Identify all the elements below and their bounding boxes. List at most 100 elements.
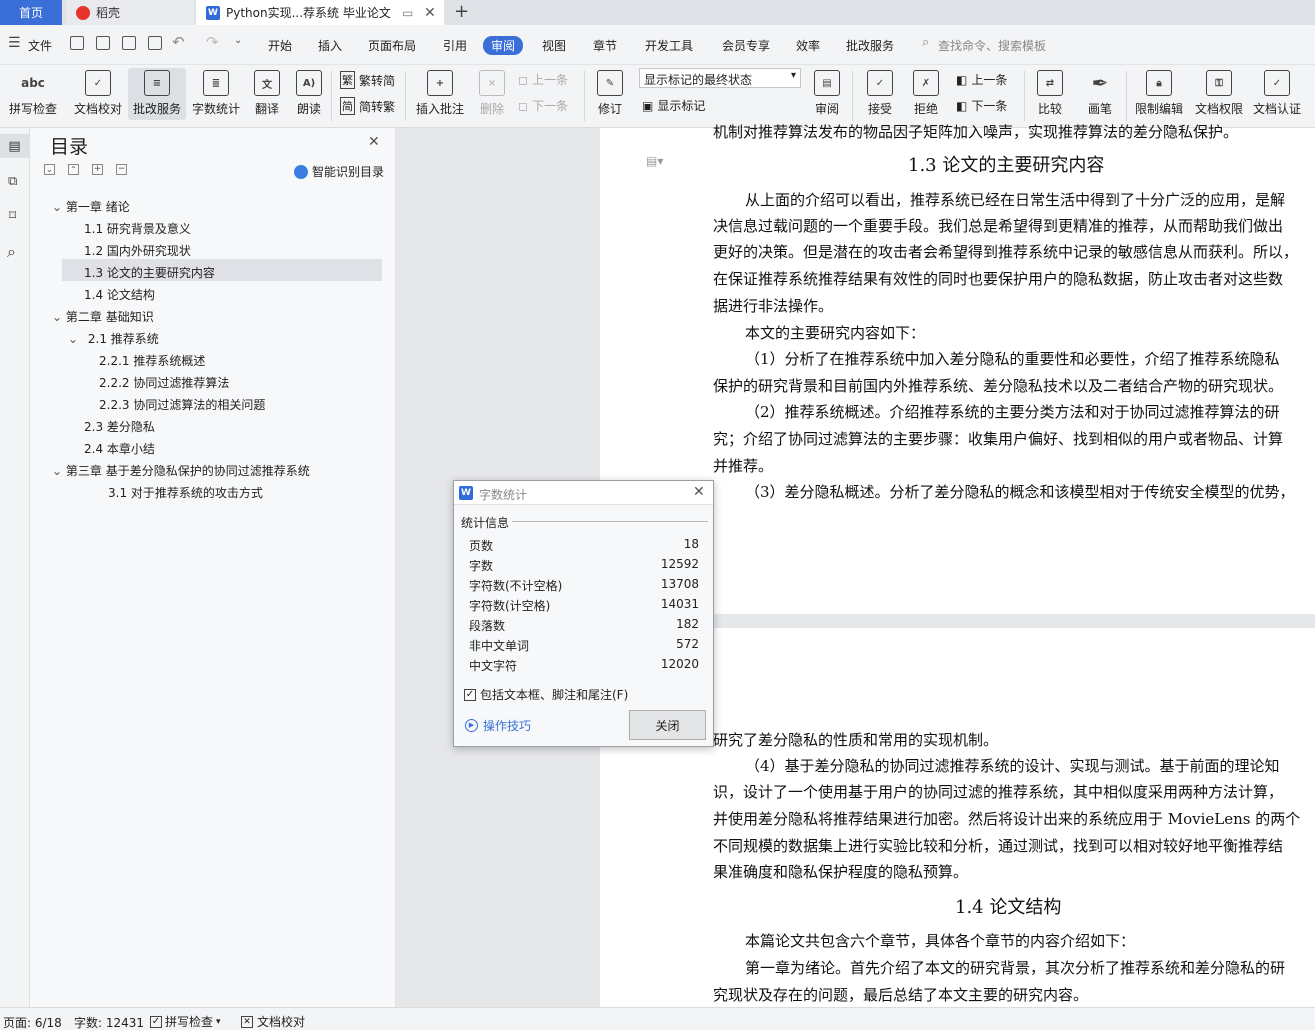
toc-item[interactable]: ⌄ 第一章 绪论 — [52, 198, 130, 215]
close-button-label: 关闭 — [655, 718, 680, 733]
toc-item[interactable]: 1.4 论文结构 — [84, 286, 155, 303]
menu-file[interactable]: 文件 — [28, 37, 52, 54]
toc-item[interactable]: 2.3 差分隐私 — [84, 418, 155, 435]
find-icon[interactable]: ⌕ — [7, 242, 16, 262]
bookmark-icon[interactable]: ⌑ — [9, 208, 16, 224]
pen-button[interactable]: ✒ 画笔 — [1080, 68, 1120, 120]
close-icon[interactable]: ✕ — [368, 134, 380, 150]
preview-icon[interactable] — [148, 36, 162, 50]
tab-document[interactable]: W Python实现...荐系统 毕业论文 ▭ ✕ — [196, 0, 444, 25]
save-icon[interactable] — [70, 36, 84, 50]
print-icon[interactable] — [122, 36, 136, 50]
show-markup-label: 显示标记 — [657, 99, 706, 113]
revise-button[interactable]: ✎ 修订 — [590, 68, 630, 120]
menu-correct-service[interactable]: 批改服务 — [846, 37, 894, 54]
status-doc-proof[interactable]: ✕ 文档校对 — [241, 1013, 305, 1030]
read-aloud-button[interactable]: A) 朗读 — [292, 68, 326, 120]
toc-item[interactable]: 1.2 国内外研究现状 — [84, 242, 191, 259]
correct-service-button[interactable]: ≡ 批改服务 — [128, 68, 186, 120]
remove-level-icon[interactable]: − — [116, 164, 127, 175]
toc-item[interactable]: 2.2.2 协同过滤推荐算法 — [99, 374, 229, 391]
toc-item[interactable]: ⌄ 第二章 基础知识 — [52, 308, 154, 325]
doc-line: 识，设计了一个使用基于用户的协同过滤的推荐系统，其中相似度采用两种方法计算， — [713, 783, 1284, 801]
status-spell-check[interactable]: ✓ 拼写检查 ▾ — [150, 1013, 221, 1030]
new-tab-icon[interactable]: + — [454, 1, 469, 22]
menu-references[interactable]: 引用 — [443, 37, 467, 54]
toc-item[interactable]: 3.1 对于推荐系统的攻击方式 — [108, 484, 263, 501]
toc-item[interactable]: ⌄ 2.1 推荐系统 — [68, 330, 159, 347]
review-pane-button[interactable]: ▤ 审阅 — [808, 68, 846, 120]
doc-line: 保护的研究背景和目前国内外推荐系统、差分隐私技术以及二者结合产物的研究现状。 — [713, 377, 1284, 395]
doc-cert-button[interactable]: ✓ 文档认证 — [1250, 68, 1304, 120]
stat-label: 页数 — [469, 539, 494, 553]
include-textbox-checkbox[interactable]: ✓ 包括文本框、脚注和尾注(F) — [464, 686, 628, 703]
smart-toc-button[interactable]: 智能识别目录 — [294, 163, 384, 180]
tips-link[interactable]: ▶ 操作技巧 — [465, 717, 531, 734]
word-count-button[interactable]: ≣ 字数统计 — [190, 68, 242, 120]
prev-comment-button[interactable]: ◻ 上一条 — [518, 71, 568, 88]
next-change-button[interactable]: ◧ 下一条 — [956, 97, 1007, 114]
toc-item[interactable]: 1.1 研究背景及意义 — [84, 220, 191, 237]
expand-all-icon[interactable]: ⌃ — [68, 164, 79, 175]
translate-button[interactable]: 文翻译 — [248, 68, 286, 120]
tab-pin-icon[interactable]: ▭ — [402, 6, 413, 20]
trad-to-simp-button[interactable]: 繁繁转简 — [340, 71, 395, 89]
menu-insert[interactable]: 插入 — [318, 37, 342, 54]
paragraph-menu-icon[interactable]: ▤▾ — [646, 154, 663, 168]
toc-panel-icon[interactable]: ▤ — [0, 134, 29, 158]
chapter-nav-icon[interactable]: ⧉ — [8, 174, 17, 189]
undo-icon[interactable]: ↶ — [172, 33, 185, 51]
doc-permission-button[interactable]: ⚿ 文档权限 — [1192, 68, 1246, 120]
toc-panel: 目录 ✕ ⌄ ⌃ + − 智能识别目录 ⌄ 第一章 绪论 1.1 研究背景及意义… — [30, 128, 396, 1007]
tab-close-icon[interactable]: ✕ — [424, 5, 436, 21]
toc-item[interactable]: ⌄ 第三章 基于差分隐私保护的协同过滤推荐系统 — [52, 462, 310, 479]
simp-to-trad-label: 简转繁 — [359, 99, 396, 114]
markup-state-select[interactable]: 显示标记的最终状态 ▾ — [639, 68, 801, 88]
menu-member[interactable]: 会员专享 — [722, 37, 770, 54]
redo-icon[interactable]: ↷ — [206, 33, 219, 51]
doc-permission-label: 文档权限 — [1194, 102, 1243, 116]
doc-check-button[interactable]: ✓ 文档校对 — [70, 68, 126, 120]
toc-item[interactable]: 2.2.1 推荐系统概述 — [99, 352, 205, 369]
close-icon[interactable]: ✕ — [693, 484, 705, 500]
menu-page-layout[interactable]: 页面布局 — [368, 37, 416, 54]
menu-developer[interactable]: 开发工具 — [645, 37, 693, 54]
export-icon[interactable] — [96, 36, 110, 50]
tab-daoke[interactable]: 稻壳 — [66, 0, 194, 25]
command-search-input[interactable]: 查找命令、搜索模板 — [938, 37, 1046, 54]
collapse-all-icon[interactable]: ⌄ — [44, 164, 55, 175]
next-comment-button[interactable]: ◻ 下一条 — [518, 97, 568, 114]
next-change-label: 下一条 — [971, 99, 1008, 113]
hamburger-icon[interactable]: ☰ — [8, 35, 21, 51]
page-indicator[interactable]: 页面: 6/18 — [3, 1014, 62, 1030]
compare-button[interactable]: ⇄ 比较 — [1030, 68, 1070, 120]
close-button[interactable]: 关闭 — [629, 710, 706, 740]
checkbox-checked-icon: ✓ — [150, 1015, 162, 1028]
quick-access-dropdown-icon[interactable]: ⌄ — [234, 35, 242, 46]
menu-start[interactable]: 开始 — [268, 37, 292, 54]
spell-check-button[interactable]: abc 拼写检查 — [4, 68, 62, 120]
menu-efficiency[interactable]: 效率 — [796, 37, 820, 54]
show-markup-button[interactable]: ▣ 显示标记 — [642, 97, 705, 114]
toc-item-label: 3.1 对于推荐系统的攻击方式 — [108, 486, 263, 500]
delete-comment-button[interactable]: × 删除 — [472, 68, 512, 120]
doc-cert-label: 文档认证 — [1252, 102, 1301, 116]
insert-comment-button[interactable]: + 插入批注 — [412, 68, 468, 120]
prev-comment-icon: ◻ — [518, 72, 528, 87]
accept-button[interactable]: ✓ 接受 — [860, 68, 900, 120]
toc-item[interactable]: 2.4 本章小结 — [84, 440, 155, 457]
tab-home[interactable]: 首页 — [0, 0, 62, 25]
restrict-edit-button[interactable]: 🔒︎ 限制编辑 — [1132, 68, 1186, 120]
stat-row: 页数 18 — [469, 537, 699, 554]
toc-item[interactable]: 2.2.3 协同过滤算法的相关问题 — [99, 396, 265, 413]
simp-to-trad-button[interactable]: 简简转繁 — [340, 97, 395, 115]
menu-review[interactable]: 审阅 — [483, 36, 524, 55]
next-comment-label: 下一条 — [531, 99, 568, 113]
toc-item[interactable]: 1.3 论文的主要研究内容 — [84, 264, 215, 281]
reject-button[interactable]: ✗ 拒绝 — [906, 68, 946, 120]
prev-change-button[interactable]: ◧ 上一条 — [956, 71, 1007, 88]
menu-view[interactable]: 视图 — [542, 37, 566, 54]
word-count-indicator[interactable]: 字数: 12431 — [74, 1014, 144, 1030]
add-level-icon[interactable]: + — [92, 164, 103, 175]
menu-chapter[interactable]: 章节 — [593, 37, 617, 54]
